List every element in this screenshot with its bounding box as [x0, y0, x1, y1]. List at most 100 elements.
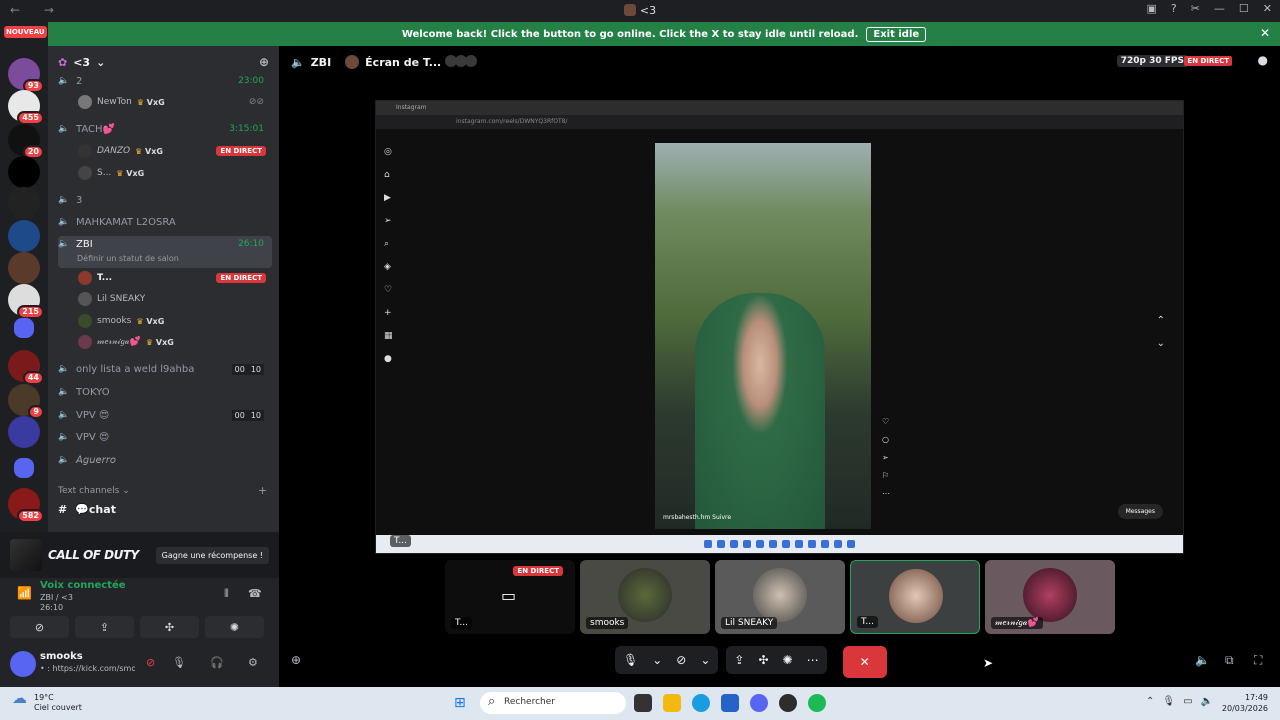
avatar[interactable] — [10, 651, 36, 677]
popout-icon[interactable]: ⧉ — [1225, 653, 1234, 668]
nouveau-badge[interactable]: NOUVEAU — [4, 26, 47, 38]
server-icon[interactable]: 9 — [8, 384, 44, 419]
exit-idle-button[interactable]: Exit idle — [866, 26, 927, 42]
server-icon[interactable] — [8, 220, 40, 252]
chevron-down-icon[interactable]: ⌄ — [700, 653, 710, 667]
chevron-down-icon[interactable]: ⌄ — [652, 653, 662, 667]
taskview-icon[interactable] — [634, 694, 652, 712]
server-icon[interactable]: 20 — [8, 124, 44, 159]
voice-channel-vpv1[interactable]: 🔈 VPV 😍 00 10 — [58, 406, 272, 424]
soundboard-icon[interactable]: ✺ — [783, 653, 793, 667]
viewer-avatars[interactable] — [445, 54, 478, 70]
taskbar-search[interactable]: Rechercher — [480, 692, 626, 714]
voice-user-smooks[interactable]: smooksVxG — [78, 312, 268, 330]
taskbar-clock[interactable]: 17:49 20/03/2026 — [1222, 692, 1268, 714]
server-icon[interactable] — [8, 416, 40, 448]
more-icon: ⋯ — [882, 489, 890, 498]
instagram-icon: ◎ — [384, 147, 392, 157]
add-friend-icon[interactable]: ⊕ — [259, 55, 269, 69]
activities-button[interactable]: ✣ — [140, 616, 199, 638]
voice-user-s[interactable]: S...VxG — [78, 164, 268, 182]
soundwave-icon[interactable]: ⦀ — [224, 587, 229, 601]
spotify-icon[interactable] — [808, 694, 826, 712]
avatar — [78, 144, 92, 158]
voice-user-danzo[interactable]: DANZOVxGEN DIRECT — [78, 142, 268, 160]
inbox-icon[interactable]: ▣ — [1146, 2, 1156, 15]
user-panel: smooks • : https://kick.com/smo ⊘ 🎙 🎧 ⚙ — [0, 642, 279, 687]
reward-button[interactable]: Gagne une récompense ! — [155, 546, 269, 564]
app-icon[interactable] — [779, 694, 797, 712]
screen-share-icon[interactable]: ⇪ — [734, 653, 744, 667]
server-icon[interactable] — [8, 252, 40, 284]
volume-icon[interactable]: 🔈 — [1201, 696, 1213, 707]
screen-share-button[interactable]: ⇪ — [75, 616, 134, 638]
voice-channel-aguerro[interactable]: 🔈 𝘈𝘨𝘶𝘦𝘳𝘳𝘰 — [58, 451, 272, 469]
more-icon[interactable]: ⋯ — [807, 653, 819, 667]
participant-tile-t2[interactable]: T... — [850, 560, 980, 634]
tools-icon[interactable]: ✂ — [1191, 2, 1200, 15]
store-icon[interactable] — [721, 694, 739, 712]
server-icon[interactable]: 215 — [8, 284, 44, 319]
edge-icon[interactable] — [692, 694, 710, 712]
settings-gear-icon[interactable]: ⚙ — [248, 656, 258, 669]
server-icon[interactable]: 93 — [8, 58, 44, 93]
close-window-button[interactable]: ✕ — [1263, 2, 1272, 15]
microphone-icon[interactable]: 🎙 — [1162, 696, 1175, 707]
weather-widget[interactable]: 19°CCiel couvert — [12, 693, 82, 713]
activities-icon[interactable]: ✣ — [758, 653, 768, 667]
disconnect-icon[interactable]: ☎ — [248, 587, 262, 600]
chevron-up-icon[interactable]: ⌃ — [1146, 696, 1154, 707]
voice-channel-zbi[interactable]: 🔈 ZBI 26:10 Définir un statut de salon — [58, 236, 272, 268]
voice-user-newton[interactable]: NewTonVxG⊘⊘ — [78, 93, 268, 111]
voice-channel-tach[interactable]: 🔈 TACH💕 3:15:01 — [58, 120, 272, 138]
server-icon[interactable] — [8, 187, 40, 219]
network-icon[interactable]: ▭ — [1183, 696, 1192, 707]
volume-icon[interactable]: 🔈 — [1195, 653, 1210, 667]
chat-bubble-icon[interactable]: ● — [1258, 53, 1268, 67]
participant-tile-lilsneaky[interactable]: Lil SNEAKY — [715, 560, 845, 634]
voice-user-t[interactable]: T... EN DIRECT — [78, 269, 268, 287]
voice-user-lilsneaky[interactable]: Lil SNEAKY — [78, 290, 268, 308]
server-icon[interactable]: 455 — [8, 90, 44, 125]
participant-tile-t[interactable]: EN DIRECT ▭ T... — [445, 560, 575, 634]
participant-tile-smooks[interactable]: smooks — [580, 560, 710, 634]
avatar — [78, 166, 92, 180]
speaker-icon: 🔈 — [58, 239, 70, 249]
fullscreen-icon[interactable]: ⛶ — [1254, 653, 1262, 668]
voice-user-merniga[interactable]: 𝓂𝑒𝓇𝓃𝒾𝑔𝒶💕VxG — [78, 333, 268, 351]
add-channel-icon[interactable]: + — [258, 484, 267, 497]
voice-channel-tokyo[interactable]: 🔈 TOKYO — [58, 383, 272, 401]
help-icon[interactable]: ? — [1171, 2, 1177, 15]
windows-start-icon[interactable]: ⊞ — [454, 695, 470, 711]
heart-icon: ♡ — [882, 417, 890, 426]
server-icon[interactable]: 44 — [8, 350, 44, 385]
camera-off-button[interactable]: ⊘ — [10, 616, 69, 638]
add-user-icon[interactable]: ⊕ — [291, 653, 301, 667]
participant-tile-merniga[interactable]: 𝓂𝑒𝓇𝓃𝒾𝑔𝒶💕 — [985, 560, 1115, 634]
folder-icon[interactable] — [14, 458, 34, 478]
server-icon[interactable]: 582 — [8, 488, 44, 523]
minimize-button[interactable]: — — [1214, 2, 1225, 15]
maximize-button[interactable]: ☐ — [1239, 2, 1249, 15]
headphones-icon[interactable]: 🎧 — [210, 656, 224, 669]
text-channel-chat[interactable]: # 💬chat — [58, 503, 116, 516]
server-icon[interactable] — [8, 156, 40, 188]
folder-icon[interactable] — [14, 318, 34, 338]
voice-status[interactable]: Voix connectée — [40, 580, 126, 591]
microphone-icon[interactable]: 🎙 — [172, 656, 186, 669]
camera-off-icon[interactable]: ⊘ — [146, 656, 155, 669]
camera-off-icon[interactable]: ⊘ — [676, 653, 686, 667]
disconnect-button[interactable]: ✕ — [842, 646, 887, 678]
category-text-channels[interactable]: Text channels ⌄ + — [58, 484, 267, 497]
discord-icon[interactable] — [750, 694, 768, 712]
voice-channel-onlylista[interactable]: 🔈 only lista a weld l9ahba 00 10 — [58, 360, 272, 378]
voice-channel-mahkamat[interactable]: 🔈 MAHKAMAT L2OSRA — [58, 213, 272, 231]
microphone-icon[interactable]: 🎙 — [623, 653, 638, 667]
screen-share-view[interactable]: Instagram instagram.com/reels/DWNYQ3RfOT… — [375, 100, 1184, 554]
voice-channel-vpv2[interactable]: 🔈 VPV 😍 — [58, 428, 272, 446]
voice-channel-3[interactable]: 🔈 3 — [58, 191, 272, 209]
soundboard-button[interactable]: ✺ — [205, 616, 264, 638]
file-explorer-icon[interactable] — [663, 694, 681, 712]
close-icon[interactable]: ✕ — [1260, 26, 1270, 40]
voice-channel-2[interactable]: 🔈 2 23:00 — [58, 72, 272, 90]
